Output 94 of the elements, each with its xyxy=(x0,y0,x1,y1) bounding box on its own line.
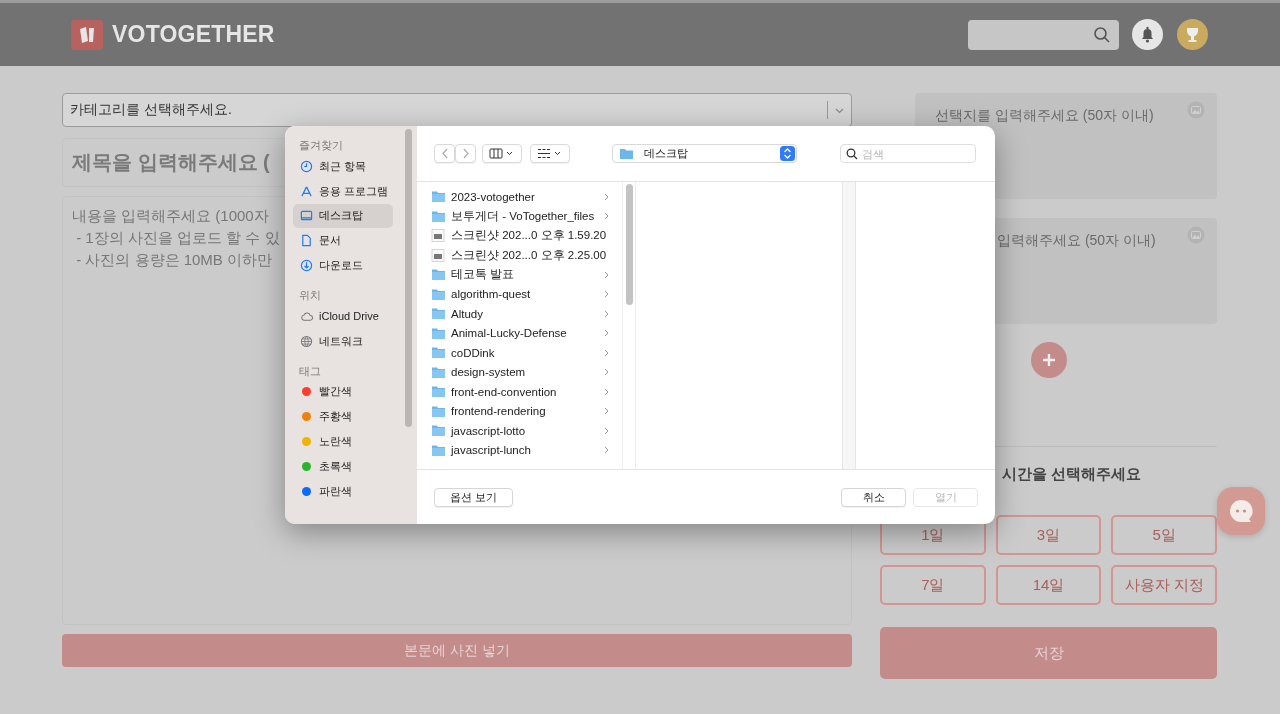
scrollbar-thumb[interactable] xyxy=(405,129,412,427)
chevron-right-icon xyxy=(461,148,470,159)
globe-icon xyxy=(300,334,313,348)
chevron-right-icon xyxy=(603,368,610,377)
chevron-right-icon xyxy=(603,329,610,338)
sidebar-item[interactable]: 문서 xyxy=(293,228,393,254)
plus-icon xyxy=(1040,352,1057,368)
chevron-right-icon xyxy=(603,192,610,201)
chat-button[interactable] xyxy=(1217,487,1265,535)
sidebar-item[interactable]: 최근 항목 xyxy=(293,154,393,179)
file-row[interactable]: frontend-rendering xyxy=(417,401,622,421)
folder-icon xyxy=(619,147,634,160)
dialog-button[interactable]: 옵션 보기 xyxy=(434,487,513,507)
column-separator[interactable] xyxy=(842,182,856,469)
file-row[interactable]: algorithm-quest xyxy=(417,284,622,304)
file-row[interactable]: Altudy xyxy=(417,304,622,324)
sidebar-item[interactable]: iCloud Drive xyxy=(293,304,393,329)
file-row[interactable]: 테코톡 발표 xyxy=(417,265,622,285)
sidebar-item[interactable]: 파란색 xyxy=(293,478,393,504)
folder-icon xyxy=(431,346,446,360)
sidebar-item[interactable]: 빨간색 xyxy=(293,379,393,405)
folder-icon xyxy=(431,307,446,321)
cloud-icon xyxy=(300,309,313,323)
sidebar-heading: 위치 xyxy=(298,288,322,302)
sidebar-item[interactable]: 노란색 xyxy=(293,429,393,454)
file-row[interactable]: Animal-Lucky-Defense xyxy=(417,323,622,343)
file-row[interactable]: 스크린샷 202...0 오후 2.25.00 xyxy=(417,245,622,265)
chevron-right-icon xyxy=(603,407,610,416)
file-row[interactable]: javascript-lunch xyxy=(417,440,622,460)
file-row[interactable]: 보투게더 - VoTogether_files xyxy=(417,206,622,226)
grid-icon xyxy=(537,148,563,159)
file-row[interactable]: javascript-lotto xyxy=(417,421,622,441)
file-row[interactable]: design-system xyxy=(417,362,622,382)
file-row[interactable]: 스크린샷 202...0 오후 1.59.20 xyxy=(417,226,622,246)
chevron-left-icon xyxy=(440,148,449,159)
sidebar-item[interactable]: 주황색 xyxy=(293,404,393,430)
image-file-icon xyxy=(431,229,446,243)
folder-icon xyxy=(431,385,446,399)
sidebar-heading: 태그 xyxy=(298,363,322,378)
back-button[interactable] xyxy=(434,144,455,163)
location-popup[interactable]: 데스크탑 xyxy=(612,144,797,163)
bell-icon[interactable] xyxy=(1132,19,1163,50)
group-button[interactable] xyxy=(530,144,570,163)
image-icon[interactable] xyxy=(1187,101,1205,119)
folder-icon xyxy=(431,443,446,457)
search-field[interactable]: 검색 xyxy=(840,144,976,163)
desktop-icon xyxy=(300,209,313,223)
category-select[interactable]: 카테고리를 선택해주세요. xyxy=(62,93,852,127)
clock-icon xyxy=(300,159,313,173)
add-option-button[interactable] xyxy=(1030,342,1067,378)
file-row[interactable]: 2023-votogether xyxy=(417,187,622,207)
scrollbar-thumb[interactable] xyxy=(625,184,633,305)
sidebar-item[interactable]: 다운로드 xyxy=(293,253,393,278)
chevron-right-icon xyxy=(603,309,610,318)
stepper-icon xyxy=(780,146,795,161)
folder-icon xyxy=(431,365,446,379)
search-field[interactable] xyxy=(968,19,1119,50)
folder-icon xyxy=(431,209,446,223)
logo-icon xyxy=(71,19,103,50)
search-icon xyxy=(1093,25,1111,44)
chevron-right-icon xyxy=(603,348,610,357)
duration-heading: 시간을 선택해주세요 xyxy=(1001,465,1143,484)
column-view-button[interactable] xyxy=(482,144,522,163)
apps-icon xyxy=(300,184,313,198)
sidebar-item[interactable]: 응용 프로그램 xyxy=(293,178,393,204)
folder-icon xyxy=(431,268,446,282)
download-icon xyxy=(300,259,313,273)
trophy-icon[interactable] xyxy=(1177,19,1208,50)
folder-icon xyxy=(431,326,446,340)
chevron-right-icon xyxy=(603,387,610,396)
image-icon[interactable] xyxy=(1187,226,1205,244)
folder-icon xyxy=(431,190,446,204)
chevron-right-icon xyxy=(603,446,610,455)
chevron-right-icon xyxy=(603,290,610,299)
search-icon xyxy=(846,147,858,160)
sidebar-heading: 즐겨찾기 xyxy=(298,138,344,152)
chat-bubble-icon xyxy=(1227,497,1255,525)
columns-icon xyxy=(489,148,515,159)
chevron-right-icon xyxy=(603,212,610,221)
folder-icon xyxy=(431,287,446,301)
chevron-right-icon xyxy=(603,270,610,279)
file-row[interactable]: front-end-convention xyxy=(417,382,622,402)
file-row[interactable]: coDDink xyxy=(417,343,622,363)
folder-icon xyxy=(431,404,446,418)
logo-text[interactable]: VOTOGETHER xyxy=(112,21,275,48)
sidebar-item[interactable]: 초록색 xyxy=(293,453,393,479)
document-icon xyxy=(300,234,313,248)
sidebar-item[interactable]: 데스크탑 xyxy=(293,203,393,229)
sidebar-item[interactable]: 네트워크 xyxy=(293,328,393,354)
forward-button[interactable] xyxy=(455,144,476,163)
chevron-right-icon xyxy=(603,426,610,435)
dialog-button[interactable]: 취소 xyxy=(841,487,906,507)
folder-icon xyxy=(431,424,446,438)
image-file-icon xyxy=(431,248,446,262)
